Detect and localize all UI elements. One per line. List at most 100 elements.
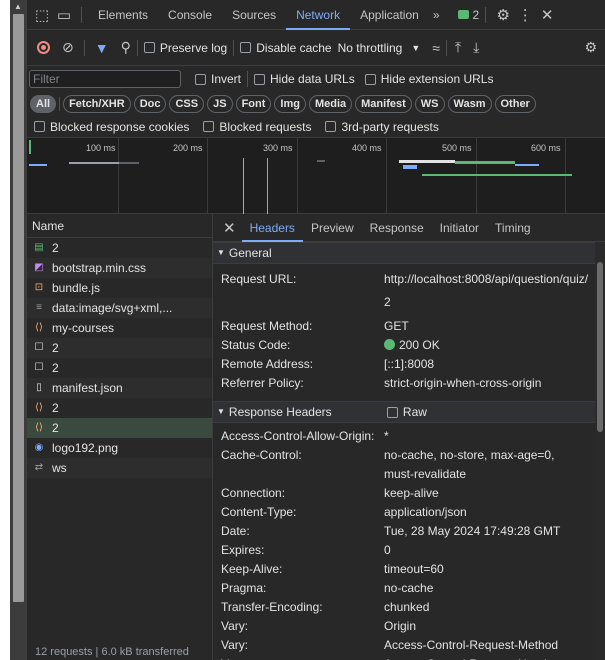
checkbox-icon (195, 73, 206, 85)
settings-gear-icon[interactable]: ⚙ (492, 6, 514, 24)
scroll-up-arrow-icon[interactable]: ▲ (14, 2, 22, 11)
tab-sources[interactable]: Sources (222, 0, 286, 30)
more-tabs-button[interactable]: » (429, 0, 444, 30)
type-chip-wasm[interactable]: Wasm (447, 95, 492, 113)
overview-tick-label: 600 ms (531, 143, 561, 153)
tab-initiator[interactable]: Initiator (432, 214, 487, 242)
overview-tick-label: 500 ms (442, 143, 472, 153)
general-section-header[interactable]: ▼ General (213, 242, 605, 264)
type-chip-manifest[interactable]: Manifest (355, 95, 412, 113)
overview-tick-label: 200 ms (173, 143, 203, 153)
request-row[interactable]: ◉ logo192.png (27, 438, 212, 458)
blocked-cookies-checkbox[interactable]: Blocked response cookies (34, 120, 189, 134)
status-ok-icon (384, 339, 395, 350)
close-details-icon[interactable]: ✕ (223, 219, 236, 237)
header-value: GET (384, 319, 409, 333)
tab-console[interactable]: Console (158, 0, 222, 30)
request-row[interactable]: ≡ data:image/svg+xml,... (27, 298, 212, 318)
type-chip-other[interactable]: Other (494, 95, 536, 113)
record-stop-icon[interactable] (37, 41, 50, 54)
raw-checkbox[interactable]: Raw (386, 401, 427, 423)
import-har-upload-icon[interactable]: ⤒ (455, 39, 461, 56)
issues-badge[interactable]: 2 (457, 8, 479, 22)
request-row[interactable]: ⟨⟩ 2 (27, 418, 212, 438)
request-row[interactable]: ▤ 2 (27, 238, 212, 258)
checkbox-icon: ☐ (34, 342, 44, 353)
invert-checkbox[interactable]: Invert (195, 72, 241, 86)
hide-extension-urls-label: Hide extension URLs (380, 72, 494, 86)
type-chip-font[interactable]: Font (235, 95, 272, 113)
inspect-element-icon[interactable]: ⬚ (31, 6, 53, 24)
header-value: no-cache (384, 581, 434, 595)
disable-cache-checkbox[interactable]: Disable cache (240, 41, 332, 55)
overview-selection-handle[interactable] (29, 140, 31, 154)
device-toolbar-icon[interactable]: ▭ (53, 6, 75, 24)
page-scrollbar[interactable]: ▲ (10, 0, 27, 660)
type-chip-media[interactable]: Media (308, 95, 353, 113)
network-conditions-wifi-icon[interactable]: ≈ (432, 40, 440, 56)
type-chip-doc[interactable]: Doc (133, 95, 167, 113)
network-toolbar: ⊘ ▼ ⚲ Preserve log Disable cache No thro… (27, 30, 605, 66)
name-column-header[interactable]: Name (27, 214, 212, 238)
request-name: 2 (52, 361, 59, 375)
network-settings-gear-icon[interactable]: ⚙ (584, 39, 597, 56)
preserve-log-label: Preserve log (159, 40, 228, 55)
request-url-value: http://localhost:8008/api/question/quiz/ (384, 272, 589, 286)
hide-data-urls-checkbox[interactable]: Hide data URLs (254, 72, 355, 86)
response-header-row: Transfer-Encoding: chunked (213, 598, 605, 617)
header-row-referrer: Referrer Policy: strict-origin-when-cros… (213, 374, 605, 393)
request-row[interactable]: ◩ bootstrap.min.css (27, 258, 212, 278)
tab-timing[interactable]: Timing (487, 214, 539, 242)
tab-elements[interactable]: Elements (88, 0, 158, 30)
search-icon[interactable]: ⚲ (121, 39, 131, 56)
checkbox-icon (325, 121, 337, 132)
request-row[interactable]: ☐ 2 (27, 338, 212, 358)
checkbox-icon: ☐ (34, 362, 44, 373)
third-party-checkbox[interactable]: 3rd-party requests (325, 120, 439, 134)
expand-triangle-icon: ▼ (217, 407, 225, 416)
type-chip-fetch-xhr[interactable]: Fetch/XHR (63, 95, 131, 113)
network-overview-timeline[interactable]: 100 ms 200 ms 300 ms 400 ms 500 ms 600 m… (27, 138, 605, 214)
blocked-requests-checkbox[interactable]: Blocked requests (203, 120, 311, 134)
request-name: ws (52, 461, 67, 475)
type-chip-all[interactable]: All (30, 95, 57, 113)
throttling-select[interactable]: No throttling ▼ (338, 41, 421, 55)
overview-request-bar (422, 174, 572, 176)
request-row[interactable]: ⟨⟩ 2 (27, 398, 212, 418)
tab-network[interactable]: Network (286, 0, 351, 30)
tab-application[interactable]: Application (350, 0, 429, 30)
details-scrollbar[interactable] (595, 242, 605, 660)
type-chip-img[interactable]: Img (274, 95, 306, 113)
header-value: http://localhost:8008/api/question/quiz/ (384, 270, 605, 289)
page-scrollbar-thumb[interactable] (13, 14, 24, 602)
tab-headers[interactable]: Headers (241, 214, 303, 242)
type-chip-css[interactable]: CSS (169, 95, 205, 113)
header-value: 200 OK (384, 336, 605, 355)
request-row[interactable]: ▯ manifest.json (27, 378, 212, 398)
request-row[interactable]: ⇄ ws (27, 458, 212, 478)
hide-data-urls-label: Hide data URLs (270, 72, 355, 86)
export-har-download-icon[interactable]: ⤓ (473, 39, 479, 56)
request-row[interactable]: ⟨⟩ my-courses (27, 318, 212, 338)
header-key: Pragma: (221, 581, 267, 595)
type-chip-ws[interactable]: WS (414, 95, 445, 113)
details-scrollbar-thumb[interactable] (597, 262, 603, 432)
network-summary-status: 12 requests | 6.0 kB transferred (35, 646, 189, 658)
preserve-log-checkbox[interactable]: Preserve log (143, 40, 228, 55)
filter-funnel-icon[interactable]: ▼ (95, 40, 109, 56)
request-row[interactable]: ☐ 2 (27, 358, 212, 378)
tab-response[interactable]: Response (362, 214, 432, 242)
filter-input[interactable] (29, 70, 181, 88)
type-chip-js[interactable]: JS (207, 95, 233, 113)
hide-extension-urls-checkbox[interactable]: Hide extension URLs (364, 72, 494, 86)
more-options-icon[interactable]: ⋮ (514, 6, 536, 24)
request-row[interactable]: ⊡ bundle.js (27, 278, 212, 298)
checkbox-icon (143, 42, 155, 53)
close-devtools-icon[interactable]: ✕ (536, 6, 558, 24)
tab-preview[interactable]: Preview (303, 214, 362, 242)
general-section-title: General (228, 246, 272, 260)
response-header-row: Pragma: no-cache (213, 579, 605, 598)
overview-request-bar (317, 160, 325, 162)
clear-icon[interactable]: ⊘ (62, 39, 74, 56)
response-headers-section-header[interactable]: ▼ Response Headers Raw (213, 401, 605, 423)
